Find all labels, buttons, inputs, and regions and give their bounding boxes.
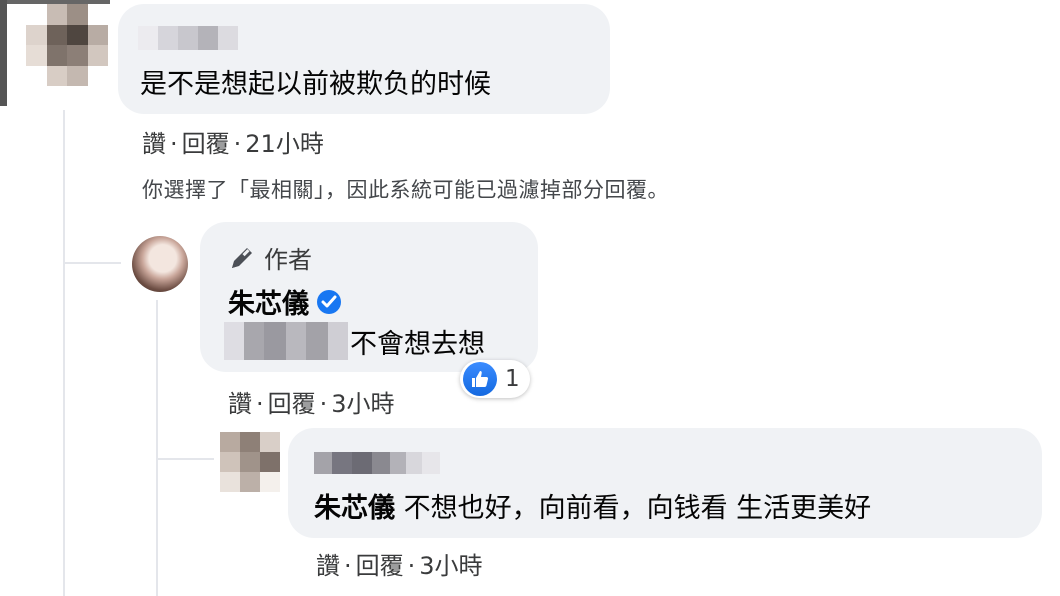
like-button[interactable]: 讚: [228, 390, 252, 418]
mention-redacted[interactable]: [224, 322, 348, 360]
thread-line-reply: [156, 300, 158, 596]
thread-line-branch-1: [63, 262, 121, 264]
author-name-row: 朱芯儀: [228, 282, 341, 321]
comment-actions-nested: 讚 · 回覆 · 3小時: [316, 552, 483, 580]
timestamp-link[interactable]: 3小時: [331, 390, 394, 418]
author-avatar[interactable]: [132, 236, 188, 292]
filter-notice: 你選擇了「最相關」，因此系統可能已過濾掉部分回覆。: [142, 178, 669, 202]
comment-actions-top: 讚 · 回覆 · 21小時: [142, 130, 324, 158]
thread-line-branch-2: [156, 458, 214, 460]
pencil-icon: [228, 244, 256, 272]
commenter-avatar[interactable]: [26, 4, 108, 86]
comment-text-author: 不會想去想: [350, 329, 485, 360]
comment-text-top: 是不是想起以前被欺负的时候: [140, 69, 491, 100]
thumbs-up-icon: [463, 362, 497, 396]
mention-link[interactable]: 朱芯儀: [314, 493, 395, 524]
replier-name-redacted[interactable]: [314, 452, 440, 474]
comment-actions-author: 讚 · 回覆 · 3小時: [228, 390, 395, 418]
commenter-name-redacted[interactable]: [138, 26, 238, 50]
author-badge-label: 作者: [264, 246, 312, 274]
reply-button[interactable]: 回覆: [356, 552, 404, 580]
reply-button[interactable]: 回覆: [268, 390, 316, 418]
comment-text-nested: 朱芯儀 不想也好，向前看，向钱看 生活更美好: [314, 486, 871, 525]
author-name[interactable]: 朱芯儀: [228, 282, 309, 321]
reply-button[interactable]: 回覆: [182, 130, 230, 158]
cropped-edge-left: [0, 0, 7, 106]
verified-check-icon: [317, 289, 341, 314]
timestamp-link[interactable]: 21小時: [245, 130, 324, 158]
like-button[interactable]: 讚: [316, 552, 340, 580]
author-badge: 作者: [228, 240, 312, 275]
like-button[interactable]: 讚: [142, 130, 166, 158]
reaction-count: 1: [505, 366, 520, 392]
replier-avatar[interactable]: [220, 432, 280, 492]
timestamp-link[interactable]: 3小時: [419, 552, 482, 580]
nested-reply-text: 不想也好，向前看，向钱看 生活更美好: [403, 493, 872, 524]
thread-line-main: [63, 110, 65, 596]
reaction-summary[interactable]: 1: [460, 360, 530, 398]
